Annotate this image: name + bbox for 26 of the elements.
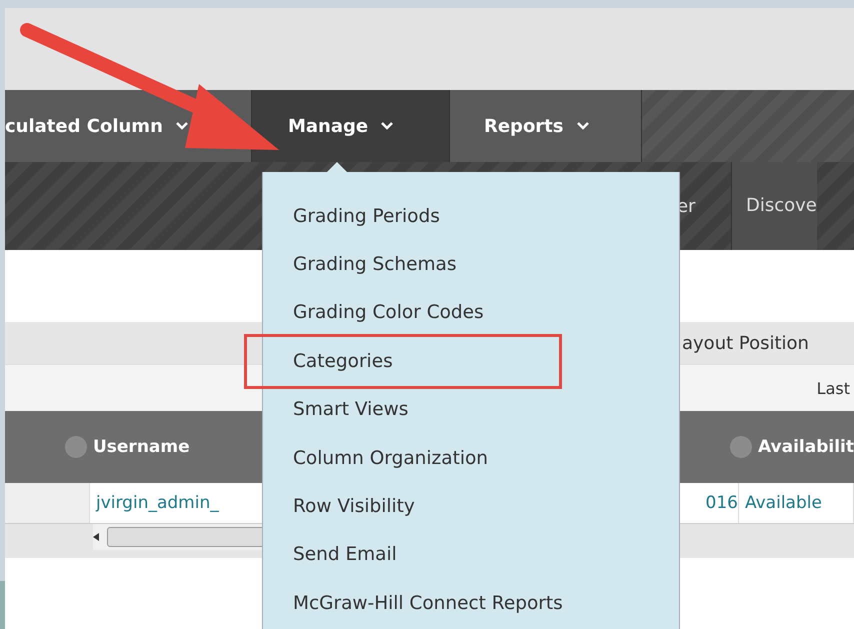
table-cell-link[interactable]: Available: [744, 493, 822, 513]
sort-circle-icon[interactable]: [64, 436, 87, 458]
table-cell-link[interactable]: jvirgin_admin_: [96, 493, 219, 513]
column-header: Availabilit: [758, 437, 854, 457]
chevron-down-icon: [174, 121, 189, 131]
table-cell-link[interactable]: 016: [706, 493, 738, 513]
menu-item[interactable]: Column Organization: [263, 434, 563, 482]
toolbar-link[interactable]: Discove: [730, 162, 817, 250]
menu-item[interactable]: Smart Views: [263, 386, 563, 434]
scroll-left-icon[interactable]: [92, 533, 99, 541]
menu-item[interactable]: McGraw-Hill Connect Reports: [263, 579, 563, 628]
layout-position-button[interactable]: ayout Position: [682, 332, 854, 354]
nav-tab[interactable]: Reports: [450, 90, 642, 162]
menu-item[interactable]: Grading Color Codes: [263, 288, 563, 338]
menu-item[interactable]: Grading Periods: [263, 192, 563, 240]
chevron-down-icon: [576, 121, 590, 131]
sort-circle-icon[interactable]: [730, 436, 752, 458]
menu-item[interactable]: Categories: [247, 337, 559, 386]
menu-item[interactable]: Send Email: [263, 530, 563, 580]
nav-tab[interactable]: Manage: [252, 90, 450, 162]
paging-label: Last: [816, 378, 850, 398]
side-panel: [0, 581, 5, 629]
menu-item[interactable]: Grading Schemas: [263, 240, 563, 289]
column-header: Username: [92, 437, 190, 457]
chevron-down-icon: [380, 121, 394, 131]
menu-item[interactable]: Row Visibility: [263, 482, 563, 531]
